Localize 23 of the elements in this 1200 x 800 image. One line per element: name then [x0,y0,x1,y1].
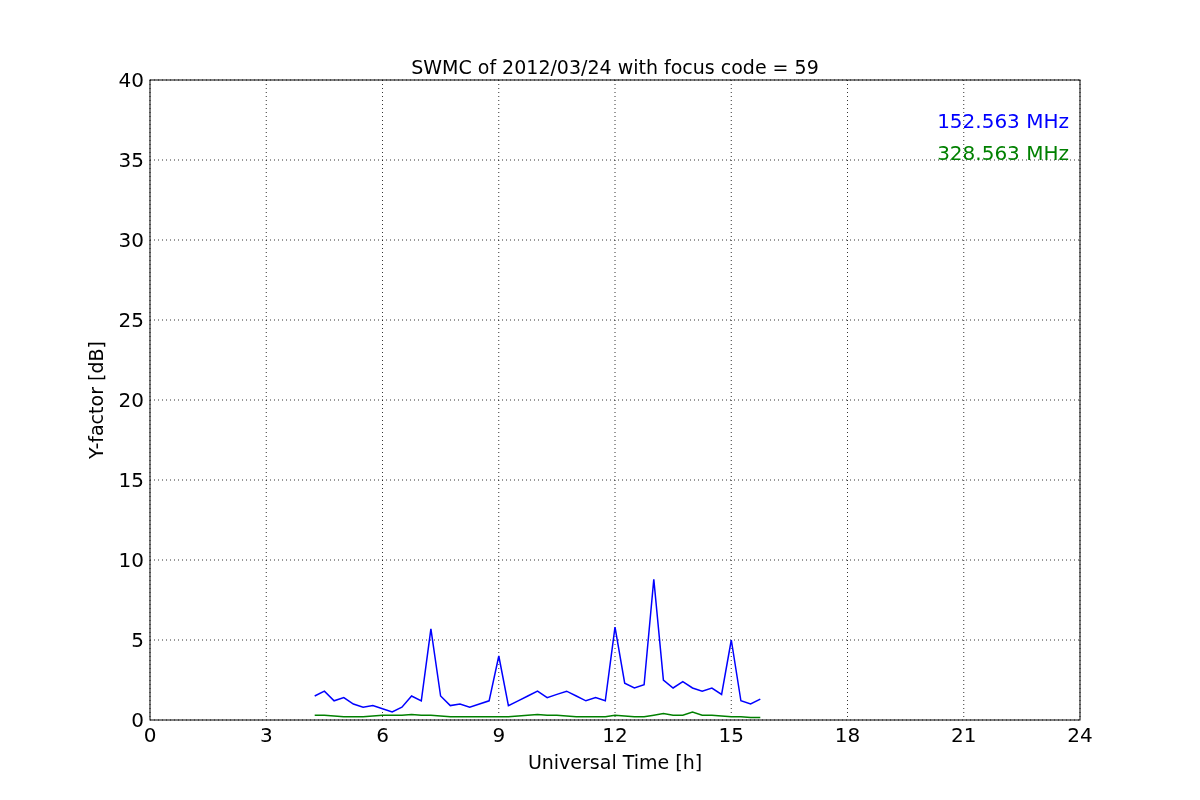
tick-label: 25 [118,308,144,332]
tick-label: 9 [492,723,506,747]
tick-label: 5 [131,628,144,652]
tick-label: 3 [259,723,273,747]
tick-label: 15 [718,723,744,747]
tick-label: 10 [118,548,144,572]
tick-label: 20 [118,388,144,412]
axis-label: Universal Time [h] [527,751,703,773]
legend-label: 328.563 MHz [937,141,1069,165]
tick-label: 18 [834,723,861,747]
tick-label: 6 [376,723,389,747]
axis-label: Y-factor [dB] [85,341,107,459]
tick-label: 24 [1067,723,1093,747]
tick-label: 15 [118,468,144,492]
tick-label: 0 [131,708,144,732]
tick-label: 0 [143,723,157,747]
tick-label: 35 [118,148,144,172]
tick-label: 12 [602,723,628,747]
chart-title: SWMC of 2012/03/24 with focus code = 59 [411,56,819,78]
tick-label: 30 [118,228,144,252]
tick-label: 21 [951,723,977,747]
legend-label: 152.563 MHz [937,109,1069,133]
tick-label: 40 [118,68,144,92]
